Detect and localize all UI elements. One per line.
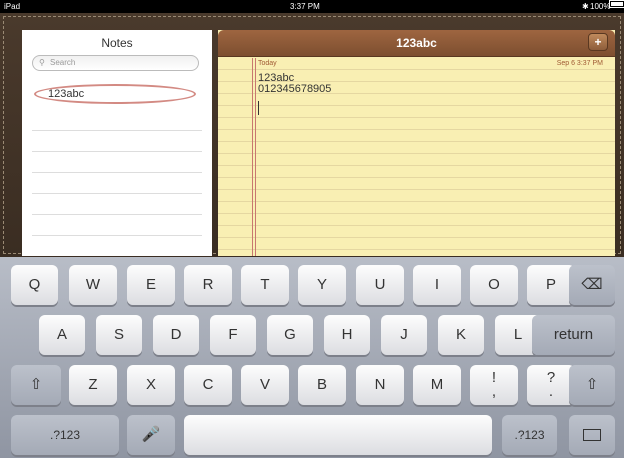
- notes-list-panel: Notes ⚲ Search 123abc: [22, 30, 212, 256]
- text-cursor: [258, 101, 259, 115]
- key-d[interactable]: D: [153, 315, 199, 355]
- status-time: 3:37 PM: [290, 2, 320, 11]
- key-v[interactable]: V: [241, 365, 289, 405]
- key-k[interactable]: K: [438, 315, 484, 355]
- note-day-label: Today: [258, 60, 277, 67]
- note-title: 123abc: [396, 36, 437, 50]
- paper-margin-line: [252, 58, 253, 256]
- shift-key-left[interactable]: ⇧: [11, 365, 61, 405]
- numbers-key-label: .?123: [514, 428, 545, 442]
- shift-icon: ⇧: [585, 376, 599, 393]
- key-question-period[interactable]: ? .: [527, 365, 575, 405]
- numbers-key-left[interactable]: .?123: [11, 415, 119, 455]
- key-o[interactable]: O: [470, 265, 518, 305]
- battery-percent: 100%: [590, 2, 611, 11]
- punct-bottom: .: [548, 383, 554, 400]
- key-b[interactable]: B: [298, 365, 346, 405]
- key-t[interactable]: T: [241, 265, 289, 305]
- note-list-item-label: 123abc: [48, 88, 85, 100]
- key-q[interactable]: Q: [11, 265, 58, 305]
- note-header: 123abc +: [218, 30, 615, 57]
- key-w[interactable]: W: [69, 265, 117, 305]
- note-list-item[interactable]: 123abc: [34, 84, 196, 104]
- backspace-icon: ⌫: [581, 276, 603, 293]
- search-field[interactable]: ⚲ Search: [32, 55, 199, 71]
- key-exclamation-comma[interactable]: ! ,: [470, 365, 518, 405]
- hide-keyboard-key[interactable]: [569, 415, 615, 455]
- key-r[interactable]: R: [184, 265, 232, 305]
- device-label: iPad: [4, 2, 21, 11]
- bluetooth-icon: ✱: [582, 2, 589, 11]
- key-x[interactable]: X: [127, 365, 175, 405]
- key-m[interactable]: M: [413, 365, 461, 405]
- keyboard-hide-icon: [583, 429, 601, 442]
- paper-margin-line-2: [255, 58, 256, 256]
- search-icon: ⚲: [39, 58, 45, 67]
- key-u[interactable]: U: [356, 265, 404, 305]
- microphone-icon: 🎤: [141, 426, 161, 443]
- notes-list-title: Notes: [101, 36, 133, 50]
- key-h[interactable]: H: [324, 315, 370, 355]
- key-f[interactable]: F: [210, 315, 256, 355]
- punct-bottom: ,: [491, 383, 497, 400]
- notes-list-lines: [32, 110, 202, 254]
- delete-key[interactable]: ⌫: [569, 265, 615, 305]
- return-key[interactable]: return: [532, 315, 615, 355]
- note-editor[interactable]: 123abc + Today Sep 6 3:37 PM 123abc 0123…: [218, 30, 615, 256]
- space-key[interactable]: [184, 415, 492, 455]
- key-z[interactable]: Z: [69, 365, 117, 405]
- shift-key-right[interactable]: ⇧: [569, 365, 615, 405]
- add-note-button[interactable]: +: [588, 33, 608, 51]
- key-i[interactable]: I: [413, 265, 461, 305]
- numbers-key-label: .?123: [49, 428, 81, 442]
- key-s[interactable]: S: [96, 315, 142, 355]
- key-g[interactable]: G: [267, 315, 313, 355]
- key-a[interactable]: A: [39, 315, 85, 355]
- key-c[interactable]: C: [184, 365, 232, 405]
- key-p[interactable]: P: [527, 265, 575, 305]
- key-e[interactable]: E: [127, 265, 175, 305]
- shift-icon: ⇧: [29, 376, 43, 393]
- note-date-label: Sep 6 3:37 PM: [556, 60, 603, 67]
- key-n[interactable]: N: [356, 365, 404, 405]
- search-placeholder: Search: [50, 58, 76, 67]
- key-y[interactable]: Y: [298, 265, 346, 305]
- note-text-line[interactable]: 012345678905: [258, 83, 331, 95]
- dictation-key[interactable]: 🎤: [127, 415, 175, 455]
- numbers-key-right[interactable]: .?123: [502, 415, 557, 455]
- key-j[interactable]: J: [381, 315, 427, 355]
- status-bar: iPad 3:37 PM ✱ 100%: [0, 0, 624, 13]
- onscreen-keyboard: Q W E R T Y U I O P ⌫ A S D F G H J K L …: [0, 257, 624, 458]
